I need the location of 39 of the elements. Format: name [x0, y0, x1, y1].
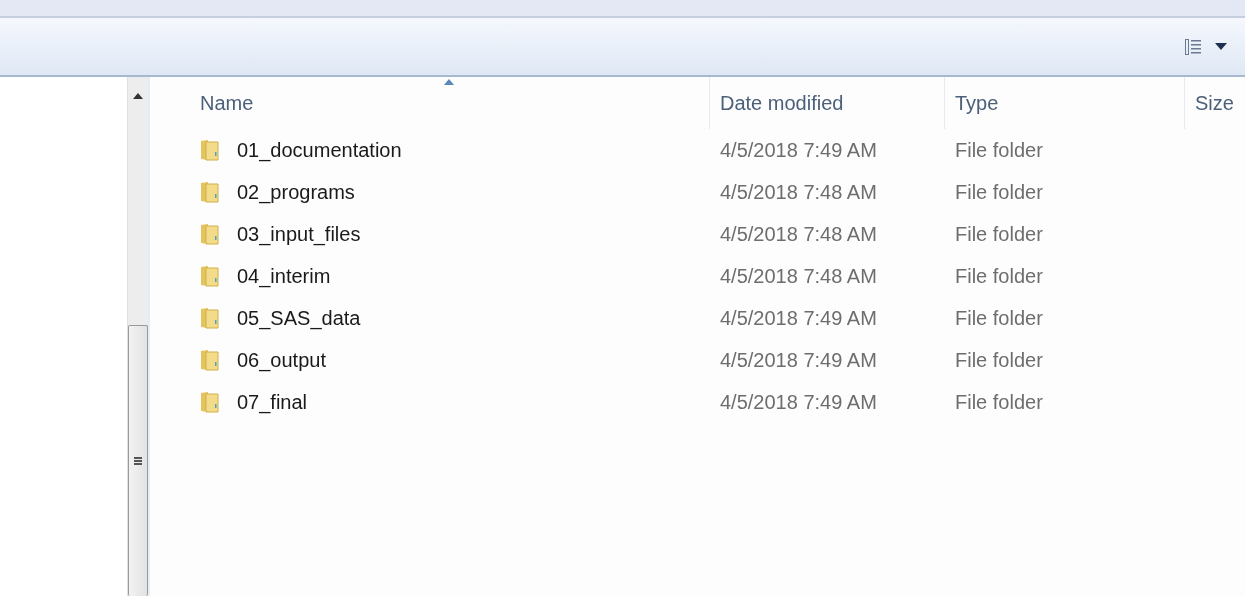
- file-type: File folder: [955, 138, 1043, 162]
- file-name[interactable]: 05_SAS_data: [237, 306, 361, 330]
- file-type: File folder: [955, 348, 1043, 372]
- sort-arrow-icon: [444, 79, 455, 85]
- column-header[interactable]: Name: [200, 77, 710, 129]
- file-name[interactable]: 02_programs: [237, 180, 355, 204]
- file-name[interactable]: 01_documentation: [237, 138, 402, 162]
- column-header[interactable]: Date modified: [710, 77, 945, 129]
- date-modified: 4/5/2018 7:49 AM: [720, 306, 877, 330]
- file-name[interactable]: 04_interim: [237, 264, 331, 288]
- folder-icon: [200, 181, 219, 203]
- scrollbar-thumb[interactable]: [128, 325, 148, 596]
- file-name[interactable]: 03_input_files: [237, 222, 361, 246]
- column-header[interactable]: Type: [945, 77, 1185, 129]
- file-type: File folder: [955, 222, 1043, 246]
- file-type: File folder: [955, 180, 1043, 204]
- folder-icon: [200, 139, 219, 161]
- file-type: File folder: [955, 390, 1043, 414]
- file-type: File folder: [955, 306, 1043, 330]
- column-header[interactable]: Size: [1185, 77, 1245, 129]
- date-modified: 4/5/2018 7:48 AM: [720, 180, 877, 204]
- scroll-up-icon[interactable]: [133, 93, 143, 99]
- folder-icon: [200, 265, 219, 287]
- view-details-icon[interactable]: [1185, 38, 1201, 55]
- date-modified: 4/5/2018 7:49 AM: [720, 390, 877, 414]
- folder-icon: [200, 307, 219, 329]
- date-modified: 4/5/2018 7:48 AM: [720, 264, 877, 288]
- folder-icon: [200, 391, 219, 413]
- folder-icon: [200, 349, 219, 371]
- file-name[interactable]: 07_final: [237, 390, 308, 414]
- date-modified: 4/5/2018 7:49 AM: [720, 348, 877, 372]
- date-modified: 4/5/2018 7:49 AM: [720, 138, 877, 162]
- file-type: File folder: [955, 264, 1043, 288]
- scrollbar[interactable]: [127, 77, 148, 596]
- file-name[interactable]: 06_output: [237, 348, 326, 372]
- dropdown-caret-icon[interactable]: [1215, 42, 1227, 51]
- folder-icon: [200, 223, 219, 245]
- date-modified: 4/5/2018 7:48 AM: [720, 222, 877, 246]
- grip-icon: [134, 456, 142, 466]
